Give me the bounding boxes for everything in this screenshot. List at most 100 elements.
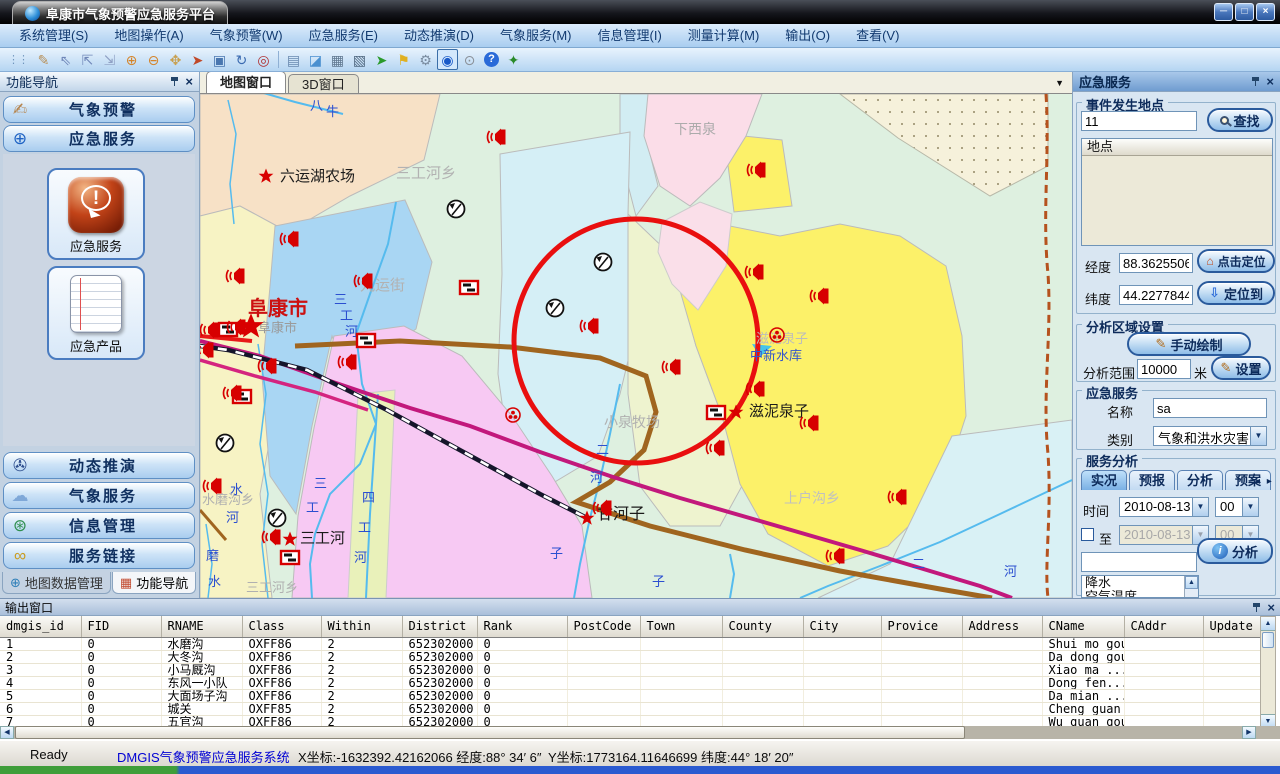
column-header-PostCode[interactable]: PostCode bbox=[567, 616, 640, 637]
list-item[interactable]: 降水 bbox=[1082, 576, 1198, 590]
right-panel-close-icon[interactable]: × bbox=[1266, 76, 1274, 87]
analyze-button[interactable]: i 分析 bbox=[1197, 538, 1273, 564]
location-search-input[interactable] bbox=[1081, 111, 1197, 131]
left-panel-pin-icon[interactable] bbox=[170, 76, 179, 87]
pick-feature-icon[interactable]: ➤ bbox=[371, 49, 392, 70]
column-header-County[interactable]: County bbox=[722, 616, 803, 637]
visibility-icon[interactable]: ⊙ bbox=[459, 49, 480, 70]
weather-element-list[interactable]: ▲ 降水空气温度 bbox=[1081, 575, 1199, 598]
menu-item[interactable]: 测量计算(M) bbox=[675, 25, 773, 47]
vscroll-thumb[interactable] bbox=[1262, 632, 1274, 648]
hscroll-thumb[interactable] bbox=[15, 726, 965, 739]
output-tree-icon[interactable]: ✦ bbox=[503, 49, 524, 70]
left-panel-close-icon[interactable]: × bbox=[185, 76, 193, 87]
latitude-input[interactable] bbox=[1119, 285, 1193, 305]
layers-icon[interactable]: ▤ bbox=[283, 49, 304, 70]
table-row[interactable]: 20大冬沟OXFF8626523020000Da dong gou bbox=[0, 650, 1260, 663]
analysis-tab-实况[interactable]: 实况 bbox=[1081, 470, 1127, 490]
nav-group-动态推演[interactable]: ✇动态推演 bbox=[3, 452, 195, 479]
full-extent-icon[interactable]: ▣ bbox=[209, 49, 230, 70]
panel-tab-地图数据管理[interactable]: ⊕地图数据管理 bbox=[2, 572, 111, 594]
emergency-globe-icon[interactable]: ◉ bbox=[437, 49, 458, 70]
nav-group-服务链接[interactable]: ∞服务链接 bbox=[3, 542, 195, 569]
nav-group-气象预警[interactable]: ✍气象预警 bbox=[3, 96, 195, 123]
map-canvas[interactable]: 六运湖农场三工河乡下西泉九运街阜康市阜康市小泉牧场滋泥泉子滋泥泉子中新水库上户沟… bbox=[200, 94, 1072, 598]
chevron-down-icon[interactable]: ▼ bbox=[1250, 427, 1266, 445]
column-header-Rank[interactable]: Rank bbox=[477, 616, 567, 637]
column-header-Class[interactable]: Class bbox=[242, 616, 321, 637]
column-header-Update[interactable]: Update bbox=[1203, 616, 1260, 637]
help-icon[interactable]: ? bbox=[481, 49, 502, 70]
table-row[interactable]: 10水磨沟OXFF8626523020000Shui mo gou bbox=[0, 637, 1260, 650]
menu-item[interactable]: 输出(O) bbox=[772, 25, 843, 47]
measure-icon[interactable]: ✎ bbox=[33, 49, 54, 70]
element-filter-box[interactable] bbox=[1081, 552, 1197, 572]
nav-group-应急服务[interactable]: ⊕应急服务 bbox=[3, 125, 195, 152]
column-header-Provice[interactable]: Provice bbox=[881, 616, 962, 637]
pan-icon[interactable]: ✥ bbox=[165, 49, 186, 70]
emergency-service-tool[interactable]: ! 应急服务 bbox=[47, 168, 145, 260]
chevron-down-icon[interactable]: ▼ bbox=[1242, 498, 1258, 516]
export-map-icon[interactable]: ◪ bbox=[305, 49, 326, 70]
menu-item[interactable]: 应急服务(E) bbox=[296, 25, 391, 47]
menu-item[interactable]: 查看(V) bbox=[843, 25, 912, 47]
column-header-Address[interactable]: Address bbox=[962, 616, 1042, 637]
tab-scroll-arrows[interactable]: ◂ ▸ bbox=[1255, 476, 1274, 487]
table-row[interactable]: 30小马厩沟OXFF8626523020000Xiao ma ... bbox=[0, 663, 1260, 676]
range-input[interactable] bbox=[1137, 359, 1191, 379]
zoom-in-icon[interactable]: ⊕ bbox=[121, 49, 142, 70]
column-header-FID[interactable]: FID bbox=[81, 616, 161, 637]
start-hour-select[interactable]: 00 ▼ bbox=[1215, 497, 1259, 517]
print-icon[interactable]: ▦ bbox=[327, 49, 348, 70]
output-hscrollbar[interactable]: ◀ ▶ bbox=[0, 726, 1280, 739]
select-cursor-icon[interactable]: ⇖ bbox=[55, 49, 76, 70]
to-checkbox[interactable] bbox=[1081, 528, 1094, 541]
nav-group-信息管理[interactable]: ⊛信息管理 bbox=[3, 512, 195, 539]
scroll-up-icon[interactable]: ▲ bbox=[1261, 617, 1275, 631]
analysis-tab-分析[interactable]: 分析 bbox=[1177, 470, 1223, 490]
menu-item[interactable]: 动态推演(D) bbox=[391, 25, 487, 47]
menu-item[interactable]: 信息管理(I) bbox=[585, 25, 675, 47]
minimize-button[interactable]: ─ bbox=[1214, 3, 1233, 21]
manual-draw-button[interactable]: ✎ 手动绘制 bbox=[1127, 332, 1251, 356]
start-date-select[interactable]: 2010-08-13 ▼ bbox=[1119, 497, 1209, 517]
list-scrollbar[interactable]: ▲ bbox=[1184, 576, 1198, 597]
nav-group-气象服务[interactable]: ☁气象服务 bbox=[3, 482, 195, 509]
right-panel-pin-icon[interactable] bbox=[1251, 76, 1260, 87]
scroll-right-icon[interactable]: ▶ bbox=[1242, 726, 1256, 739]
panel-tab-功能导航[interactable]: ▦功能导航 bbox=[112, 572, 196, 594]
menu-item[interactable]: 气象预警(W) bbox=[197, 25, 296, 47]
find-button[interactable]: 查找 bbox=[1207, 108, 1273, 132]
zoom-out-icon[interactable]: ⊖ bbox=[143, 49, 164, 70]
scroll-up-icon[interactable]: ▲ bbox=[1185, 576, 1198, 589]
table-row[interactable]: 60城关OXFF8526523020000Cheng guan bbox=[0, 702, 1260, 715]
print-setup-icon[interactable]: ▧ bbox=[349, 49, 370, 70]
column-header-City[interactable]: City bbox=[803, 616, 881, 637]
tab-map-window[interactable]: 地图窗口 bbox=[206, 72, 286, 93]
tab-3d-window[interactable]: 3D窗口 bbox=[288, 74, 359, 93]
toolbar-grip-icon[interactable]: ⋮⋮ bbox=[8, 53, 28, 66]
settings-icon[interactable]: ⚙ bbox=[415, 49, 436, 70]
select-lasso-icon[interactable]: ⇲ bbox=[99, 49, 120, 70]
location-result-list[interactable]: 地点 bbox=[1081, 138, 1273, 246]
select-rect-icon[interactable]: ⇱ bbox=[77, 49, 98, 70]
output-vscrollbar[interactable]: ▲ ▼ bbox=[1260, 616, 1276, 729]
service-type-select[interactable]: 气象和洪水灾害 ▼ bbox=[1153, 426, 1267, 446]
table-row[interactable]: 40东风一小队OXFF8626523020000Dong fen... bbox=[0, 676, 1260, 689]
menu-item[interactable]: 气象服务(M) bbox=[487, 25, 585, 47]
output-close-icon[interactable]: × bbox=[1267, 602, 1275, 613]
column-header-District[interactable]: District bbox=[402, 616, 477, 637]
set-range-button[interactable]: ✎ 设置 bbox=[1211, 356, 1271, 380]
table-row[interactable]: 50大面场子沟OXFF8626523020000Da mian ... bbox=[0, 689, 1260, 702]
restore-button[interactable]: □ bbox=[1235, 3, 1254, 21]
locate-to-button[interactable]: ⇩ 定位到 bbox=[1197, 281, 1275, 305]
place-marker-icon[interactable]: ⚑ bbox=[393, 49, 414, 70]
column-header-CAddr[interactable]: CAddr bbox=[1124, 616, 1203, 637]
column-header-CName[interactable]: CName bbox=[1042, 616, 1124, 637]
chevron-down-icon[interactable]: ▼ bbox=[1192, 498, 1208, 516]
list-item[interactable]: 空气温度 bbox=[1082, 590, 1198, 598]
service-name-input[interactable] bbox=[1153, 398, 1267, 418]
longitude-input[interactable] bbox=[1119, 253, 1193, 273]
scroll-left-icon[interactable]: ◀ bbox=[0, 726, 14, 739]
column-header-Town[interactable]: Town bbox=[640, 616, 722, 637]
